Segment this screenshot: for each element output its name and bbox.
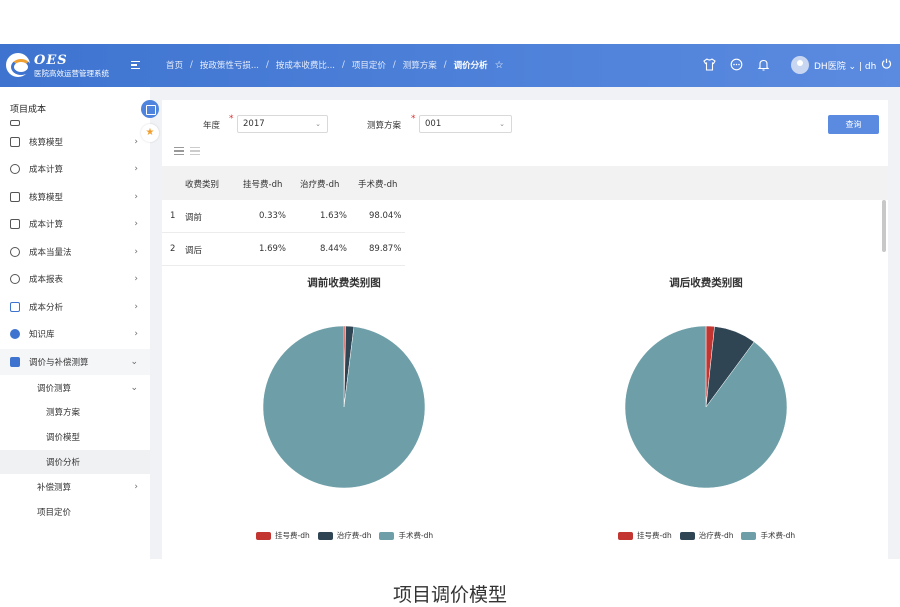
sidebar-group-price-calc[interactable]: 调价测算 ⌄ (0, 376, 150, 400)
sidebar-item-label: 调价与补偿测算 (29, 358, 89, 368)
avatar (791, 56, 809, 74)
breadcrumb: 首页 / 按政策性亏损... / 按成本收费比... / 项目定价 / 测算方案 / 调价… (166, 59, 504, 72)
top-header: OES 医院高效运营管理系统 首页 / 按政策性亏损... / 按成本收费比... /… (0, 44, 900, 87)
breadcrumb-item[interactable]: 按成本收费比... (276, 59, 335, 71)
globe-icon (10, 329, 20, 339)
chevron-down-icon: ⌄ (130, 383, 138, 393)
sidebar-item-label: 成本当量法 (29, 248, 72, 258)
sidebar-item-label: 成本报表 (29, 275, 64, 285)
breadcrumb-item[interactable]: 首页 (166, 59, 183, 71)
chevron-right-icon: › (134, 302, 138, 312)
user-name: DH医院 ⌄ | dh (814, 61, 877, 72)
user-menu[interactable]: DH医院 ⌄ | dh (791, 56, 892, 74)
sidebar-item-label: 成本分析 (29, 303, 64, 313)
sidebar-item-label: 调价分析 (46, 458, 81, 468)
breadcrumb-item[interactable]: 按政策性亏损... (200, 59, 259, 71)
sidebar-item-equivalent[interactable]: 成本当量法 › (0, 239, 150, 265)
equivalent-icon (10, 247, 20, 257)
chevron-right-icon: › (134, 137, 138, 147)
sidebar-item-partial[interactable] (0, 117, 150, 129)
sidebar-title: 项目成本 (10, 105, 47, 115)
main-panel: 年度 * 2017 ⌄ 测算方案 * 001 ⌄ 查询 收费类别 挂号费-dh … (162, 100, 888, 559)
sidebar-item-label: 项目定价 (37, 508, 72, 518)
sidebar-item-project-pricing[interactable]: 项目定价 (0, 500, 150, 524)
message-icon[interactable] (730, 58, 743, 71)
chevron-right-icon: › (134, 274, 138, 284)
chart-legend-after: 挂号费-dh 治疗费-dh 手术费-dh (618, 530, 795, 541)
chevron-down-icon: ⌄ (130, 357, 138, 367)
sidebar-item-label: 测算方案 (46, 408, 81, 418)
theme-shirt-icon[interactable] (703, 58, 716, 71)
sidebar-item-label: 调价模型 (46, 433, 81, 443)
pie-charts-svg (262, 325, 788, 489)
logo-title: OES (34, 53, 68, 68)
chevron-right-icon: › (134, 192, 138, 202)
sidebar-item-plan[interactable]: 测算方案 (0, 400, 150, 424)
header-icons (703, 58, 770, 71)
sidebar-item-label: 核算模型 (29, 193, 64, 203)
sidebar-item-pricing[interactable]: 调价与补偿测算 ⌄ (0, 349, 150, 375)
analysis-icon (10, 302, 20, 312)
breadcrumb-current: 调价分析 (453, 61, 488, 71)
legend-item[interactable]: 手术费-dh (741, 530, 795, 541)
sidebar-item-price-model[interactable]: 调价模型 (0, 425, 150, 449)
calc-icon (10, 164, 20, 174)
sidebar-item-calc[interactable]: 成本计算 › (0, 156, 150, 182)
bell-icon[interactable] (757, 58, 770, 71)
sidebar-item-label: 成本计算 (29, 220, 64, 230)
legend-item[interactable]: 手术费-dh (379, 530, 433, 541)
app-window: OES 医院高效运营管理系统 首页 / 按政策性亏损... / 按成本收费比... /… (0, 44, 900, 559)
chevron-right-icon: › (134, 164, 138, 174)
model-icon (10, 192, 20, 202)
sidebar-item-label: 知识库 (29, 330, 55, 340)
sidebar-item-price-analysis[interactable]: 调价分析 (0, 450, 150, 474)
sidebar-item-report[interactable]: 成本报表 › (0, 266, 150, 292)
sidebar-item-model-2[interactable]: 核算模型 › (0, 184, 150, 210)
chevron-right-icon: › (134, 247, 138, 257)
menu-collapse-icon[interactable] (131, 61, 140, 69)
sidebar-item-model[interactable]: 核算模型 › (0, 129, 150, 155)
favorite-button[interactable]: ★ (141, 124, 159, 142)
power-icon[interactable] (881, 58, 892, 72)
breadcrumb-item[interactable]: 项目定价 (352, 59, 386, 71)
pie-slice-手术费-dh[interactable] (262, 325, 426, 489)
chart-legend-before: 挂号费-dh 治疗费-dh 手术费-dh (256, 530, 433, 541)
calc-icon (10, 219, 20, 229)
model-icon (10, 137, 20, 147)
legend-item[interactable]: 挂号费-dh (256, 530, 310, 541)
page-caption: 项目调价模型 (392, 584, 507, 606)
legend-item[interactable]: 治疗费-dh (679, 530, 733, 541)
sidebar-item-label: 核算模型 (29, 138, 64, 148)
menu-item-icon (10, 120, 20, 126)
favorite-star-icon[interactable]: ☆ (495, 60, 504, 71)
sidebar-group-compensation[interactable]: 补偿测算 › (0, 475, 150, 499)
layout-toggle-button[interactable] (141, 100, 159, 118)
sidebar-item-knowledge[interactable]: 知识库 › (0, 321, 150, 347)
gear-icon (10, 274, 20, 284)
legend-item[interactable]: 治疗费-dh (317, 530, 371, 541)
pricing-icon (10, 357, 20, 367)
sidebar-item-analysis[interactable]: 成本分析 › (0, 294, 150, 320)
sidebar-item-calc-2[interactable]: 成本计算 › (0, 211, 150, 237)
breadcrumb-item[interactable]: 测算方案 (403, 59, 437, 71)
chevron-right-icon: › (134, 482, 138, 492)
sidebar-group-label: 补偿测算 (37, 483, 72, 493)
legend-item[interactable]: 挂号费-dh (618, 530, 672, 541)
pie-slice-手术费-dh[interactable] (624, 325, 788, 489)
chevron-right-icon: › (134, 219, 138, 229)
chevron-right-icon: › (134, 329, 138, 339)
logo-icon (6, 53, 31, 77)
logo-subtitle: 医院高效运营管理系统 (34, 69, 109, 78)
sidebar: 项目成本 核算模型 › 成本计算 › 核算模型 › 成本计算 › 成本当量法 › (0, 87, 150, 559)
sidebar-group-label: 调价测算 (37, 384, 72, 394)
sidebar-item-label: 成本计算 (29, 165, 64, 175)
